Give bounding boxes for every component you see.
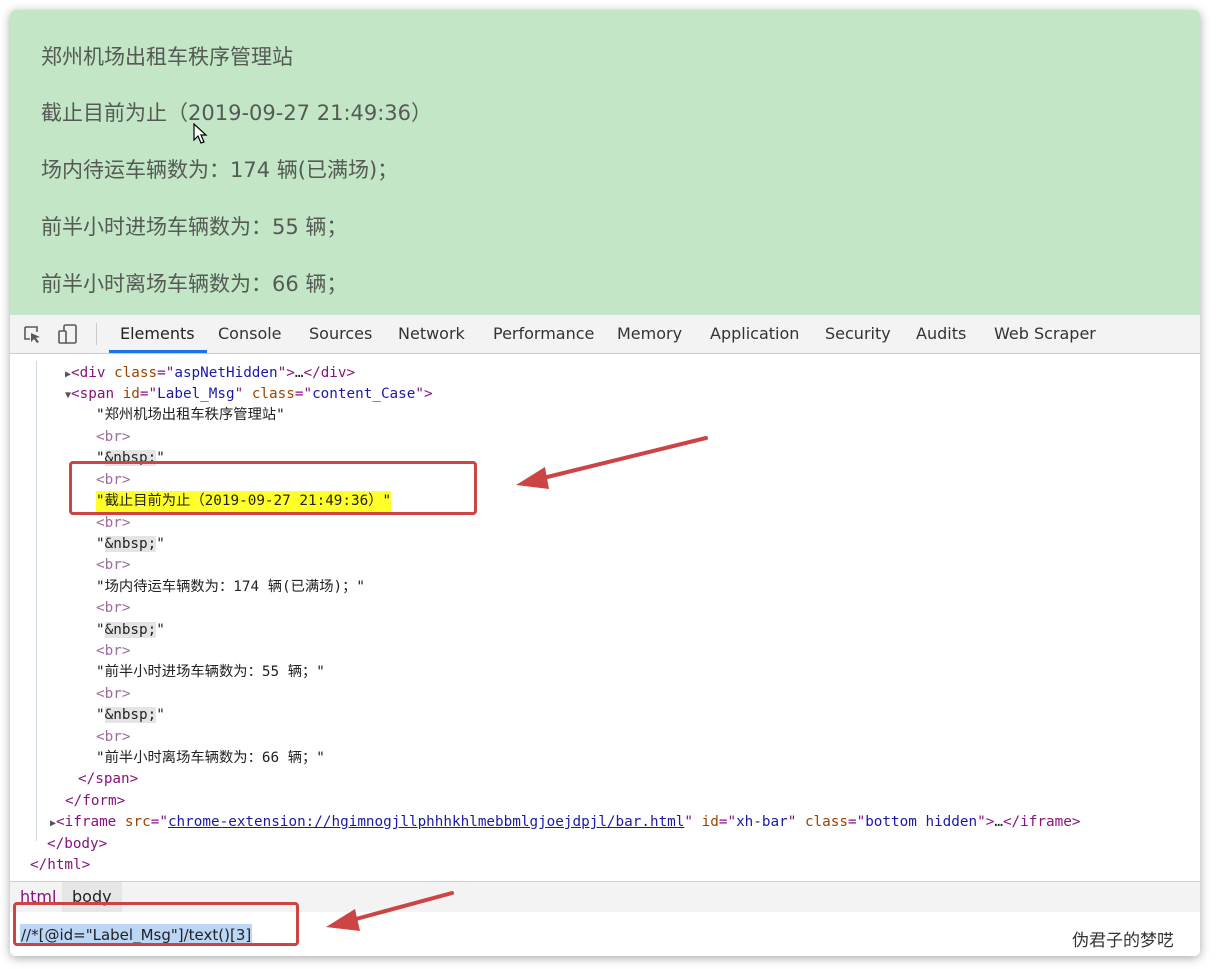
tree-text-node[interactable]: "前半小时进场车辆数为：55 辆；" <box>96 662 325 683</box>
tree-node-div[interactable]: ▶<div class="aspNetHidden">…</div> <box>65 363 355 384</box>
annotation-box-highlighted-text <box>69 461 477 515</box>
tree-nbsp-node[interactable]: "&nbsp;" <box>96 620 165 641</box>
tree-text-node[interactable]: "场内待运车辆数为：174 辆(已满场)；" <box>96 577 365 598</box>
tree-body-close[interactable]: </body> <box>47 834 107 855</box>
tree-text-node[interactable]: "郑州机场出租车秩序管理站" <box>96 405 285 426</box>
devtools-panel: Elements Console Sources Network Perform… <box>10 315 1200 956</box>
tree-br-node[interactable]: <br> <box>96 513 130 534</box>
inspect-element-icon[interactable] <box>22 324 42 344</box>
page-line-waiting: 场内待运车辆数为：174 辆(已满场)； <box>41 158 399 182</box>
tree-indent-guide <box>36 361 37 841</box>
tree-br-node[interactable]: <br> <box>96 555 130 576</box>
tree-span-close[interactable]: </span> <box>78 769 138 790</box>
tree-node-iframe[interactable]: ▶<iframe src="chrome-extension://hgimnog… <box>50 812 1080 833</box>
page-line-left: 前半小时离场车辆数为：66 辆； <box>41 272 348 296</box>
tree-br-node[interactable]: <br> <box>96 598 130 619</box>
tab-sources[interactable]: Sources <box>309 315 372 353</box>
toolbar-separator <box>96 323 97 345</box>
tree-html-close[interactable]: </html> <box>30 855 90 876</box>
tab-network[interactable]: Network <box>398 315 465 353</box>
tree-form-close[interactable]: </form> <box>65 791 125 812</box>
tab-console[interactable]: Console <box>218 315 282 353</box>
page-line-entered: 前半小时进场车辆数为：55 辆； <box>41 215 348 239</box>
tab-application[interactable]: Application <box>710 315 799 353</box>
page-line-timestamp: 截止目前为止（2019-09-27 21:49:36） <box>41 101 433 125</box>
tab-elements[interactable]: Elements <box>120 315 195 353</box>
page-line-title: 郑州机场出租车秩序管理站 <box>41 45 293 69</box>
mouse-cursor-icon <box>193 123 208 144</box>
watermark-text: 伪君子的梦呓 <box>1072 931 1174 951</box>
tab-audits[interactable]: Audits <box>916 315 966 353</box>
tree-nbsp-node[interactable]: "&nbsp;" <box>96 705 165 726</box>
dom-tree: ▶<div class="aspNetHidden">…</div> ▼<spa… <box>10 353 1200 881</box>
device-toolbar-icon[interactable] <box>58 324 78 344</box>
web-page-content: 郑州机场出租车秩序管理站 截止目前为止（2019-09-27 21:49:36）… <box>10 10 1200 315</box>
devtools-toolbar: Elements Console Sources Network Perform… <box>10 315 1200 354</box>
tree-text-node[interactable]: "前半小时离场车辆数为：66 辆；" <box>96 748 325 769</box>
iframe-src-link[interactable]: chrome-extension://hgimnogjllphhhkhlmebb… <box>168 814 684 830</box>
tab-performance[interactable]: Performance <box>493 315 594 353</box>
tree-br-node[interactable]: <br> <box>96 427 130 448</box>
tree-br-node[interactable]: <br> <box>96 641 130 662</box>
tree-br-node[interactable]: <br> <box>96 727 130 748</box>
tab-memory[interactable]: Memory <box>617 315 682 353</box>
tab-web-scraper[interactable]: Web Scraper <box>994 315 1096 353</box>
tree-nbsp-node[interactable]: "&nbsp;" <box>96 534 165 555</box>
tree-br-node[interactable]: <br> <box>96 684 130 705</box>
tab-security[interactable]: Security <box>825 315 891 353</box>
annotation-box-xpath <box>13 902 299 946</box>
tree-node-span[interactable]: ▼<span id="Label_Msg" class="content_Cas… <box>65 384 433 405</box>
